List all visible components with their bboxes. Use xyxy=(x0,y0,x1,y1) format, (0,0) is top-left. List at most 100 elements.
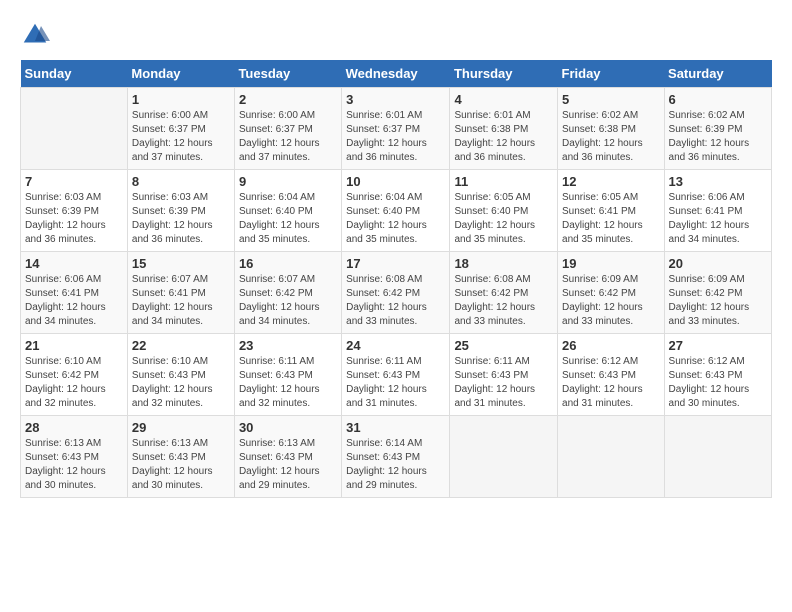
day-info: Sunrise: 6:02 AMSunset: 6:38 PMDaylight:… xyxy=(562,109,660,165)
day-info: Sunrise: 6:08 AMSunset: 6:42 PMDaylight:… xyxy=(346,273,445,329)
calendar-cell: 4 Sunrise: 6:01 AMSunset: 6:38 PMDaylight… xyxy=(450,88,558,170)
calendar-cell: 10Sunrise: 6:04 AMSunset: 6:40 PMDayligh… xyxy=(342,170,450,252)
day-info: Sunrise: 6:12 AMSunset: 6:43 PMDaylight:… xyxy=(669,355,767,411)
day-number: 19 xyxy=(562,256,660,271)
day-number: 15 xyxy=(132,256,230,271)
day-number: 17 xyxy=(346,256,445,271)
day-number: 1 xyxy=(132,92,230,107)
day-info: Sunrise: 6:13 AMSunset: 6:43 PMDaylight:… xyxy=(132,437,230,493)
calendar-cell: 23Sunrise: 6:11 AMSunset: 6:43 PMDayligh… xyxy=(234,334,341,416)
weekday-header-friday: Friday xyxy=(558,60,665,88)
day-info: Sunrise: 6:08 AMSunset: 6:42 PMDaylight:… xyxy=(454,273,553,329)
calendar-cell: 19Sunrise: 6:09 AMSunset: 6:42 PMDayligh… xyxy=(558,252,665,334)
logo-icon xyxy=(20,20,50,50)
day-number: 12 xyxy=(562,174,660,189)
calendar-cell: 28 Sunrise: 6:13 AMSunset: 6:43 PMDayligh… xyxy=(21,416,128,498)
page-header xyxy=(20,20,772,50)
calendar-cell xyxy=(664,416,771,498)
calendar-cell: 22 Sunrise: 6:10 AMSunset: 6:43 PMDayligh… xyxy=(127,334,234,416)
day-info: Sunrise: 6:13 AMSunset: 6:43 PMDaylight:… xyxy=(25,437,123,493)
day-number: 5 xyxy=(562,92,660,107)
day-number: 20 xyxy=(669,256,767,271)
calendar-cell: 26Sunrise: 6:12 AMSunset: 6:43 PMDayligh… xyxy=(558,334,665,416)
day-info: Sunrise: 6:11 AMSunset: 6:43 PMDaylight:… xyxy=(346,355,445,411)
calendar-cell: 18Sunrise: 6:08 AMSunset: 6:42 PMDayligh… xyxy=(450,252,558,334)
day-number: 21 xyxy=(25,338,123,353)
day-info: Sunrise: 6:13 AMSunset: 6:43 PMDaylight:… xyxy=(239,437,337,493)
logo xyxy=(20,20,54,50)
calendar-cell: 15 Sunrise: 6:07 AMSunset: 6:41 PMDayligh… xyxy=(127,252,234,334)
day-info: Sunrise: 6:14 AMSunset: 6:43 PMDaylight:… xyxy=(346,437,445,493)
day-info: Sunrise: 6:06 AMSunset: 6:41 PMDaylight:… xyxy=(25,273,123,329)
weekday-header-wednesday: Wednesday xyxy=(342,60,450,88)
day-info: Sunrise: 6:01 AMSunset: 6:38 PMDaylight:… xyxy=(454,109,553,165)
day-info: Sunrise: 6:01 AMSunset: 6:37 PMDaylight:… xyxy=(346,109,445,165)
day-number: 13 xyxy=(669,174,767,189)
day-number: 30 xyxy=(239,420,337,435)
day-info: Sunrise: 6:06 AMSunset: 6:41 PMDaylight:… xyxy=(669,191,767,247)
day-info: Sunrise: 6:10 AMSunset: 6:43 PMDaylight:… xyxy=(132,355,230,411)
day-number: 25 xyxy=(454,338,553,353)
week-row-1: 1 Sunrise: 6:00 AMSunset: 6:37 PMDaylight… xyxy=(21,88,772,170)
day-number: 29 xyxy=(132,420,230,435)
day-info: Sunrise: 6:11 AMSunset: 6:43 PMDaylight:… xyxy=(239,355,337,411)
day-info: Sunrise: 6:00 AMSunset: 6:37 PMDaylight:… xyxy=(132,109,230,165)
day-info: Sunrise: 6:02 AMSunset: 6:39 PMDaylight:… xyxy=(669,109,767,165)
day-info: Sunrise: 6:07 AMSunset: 6:42 PMDaylight:… xyxy=(239,273,337,329)
weekday-header-row: SundayMondayTuesdayWednesdayThursdayFrid… xyxy=(21,60,772,88)
day-number: 27 xyxy=(669,338,767,353)
calendar-cell: 20 Sunrise: 6:09 AMSunset: 6:42 PMDayligh… xyxy=(664,252,771,334)
day-number: 2 xyxy=(239,92,337,107)
day-number: 28 xyxy=(25,420,123,435)
calendar-cell: 7 Sunrise: 6:03 AMSunset: 6:39 PMDaylight… xyxy=(21,170,128,252)
weekday-header-sunday: Sunday xyxy=(21,60,128,88)
day-number: 11 xyxy=(454,174,553,189)
calendar-cell xyxy=(558,416,665,498)
calendar-cell: 25Sunrise: 6:11 AMSunset: 6:43 PMDayligh… xyxy=(450,334,558,416)
day-info: Sunrise: 6:09 AMSunset: 6:42 PMDaylight:… xyxy=(669,273,767,329)
weekday-header-saturday: Saturday xyxy=(664,60,771,88)
day-info: Sunrise: 6:05 AMSunset: 6:41 PMDaylight:… xyxy=(562,191,660,247)
day-info: Sunrise: 6:12 AMSunset: 6:43 PMDaylight:… xyxy=(562,355,660,411)
calendar-cell: 27 Sunrise: 6:12 AMSunset: 6:43 PMDayligh… xyxy=(664,334,771,416)
day-number: 22 xyxy=(132,338,230,353)
day-number: 7 xyxy=(25,174,123,189)
day-number: 14 xyxy=(25,256,123,271)
calendar-cell: 5 Sunrise: 6:02 AMSunset: 6:38 PMDaylight… xyxy=(558,88,665,170)
calendar-cell: 16Sunrise: 6:07 AMSunset: 6:42 PMDayligh… xyxy=(234,252,341,334)
calendar-cell: 8 Sunrise: 6:03 AMSunset: 6:39 PMDaylight… xyxy=(127,170,234,252)
calendar-cell: 13 Sunrise: 6:06 AMSunset: 6:41 PMDayligh… xyxy=(664,170,771,252)
week-row-4: 21 Sunrise: 6:10 AMSunset: 6:42 PMDayligh… xyxy=(21,334,772,416)
calendar-cell: 21 Sunrise: 6:10 AMSunset: 6:42 PMDayligh… xyxy=(21,334,128,416)
week-row-2: 7 Sunrise: 6:03 AMSunset: 6:39 PMDaylight… xyxy=(21,170,772,252)
weekday-header-tuesday: Tuesday xyxy=(234,60,341,88)
calendar-cell: 1 Sunrise: 6:00 AMSunset: 6:37 PMDaylight… xyxy=(127,88,234,170)
weekday-header-monday: Monday xyxy=(127,60,234,88)
day-number: 6 xyxy=(669,92,767,107)
day-info: Sunrise: 6:00 AMSunset: 6:37 PMDaylight:… xyxy=(239,109,337,165)
calendar-cell: 29 Sunrise: 6:13 AMSunset: 6:43 PMDayligh… xyxy=(127,416,234,498)
calendar-cell: 17 Sunrise: 6:08 AMSunset: 6:42 PMDayligh… xyxy=(342,252,450,334)
calendar-cell xyxy=(450,416,558,498)
day-info: Sunrise: 6:07 AMSunset: 6:41 PMDaylight:… xyxy=(132,273,230,329)
calendar-cell: 11 Sunrise: 6:05 AMSunset: 6:40 PMDayligh… xyxy=(450,170,558,252)
day-number: 24 xyxy=(346,338,445,353)
day-number: 10 xyxy=(346,174,445,189)
day-info: Sunrise: 6:10 AMSunset: 6:42 PMDaylight:… xyxy=(25,355,123,411)
day-number: 4 xyxy=(454,92,553,107)
calendar-cell: 12 Sunrise: 6:05 AMSunset: 6:41 PMDayligh… xyxy=(558,170,665,252)
day-number: 8 xyxy=(132,174,230,189)
calendar-cell xyxy=(21,88,128,170)
week-row-5: 28 Sunrise: 6:13 AMSunset: 6:43 PMDayligh… xyxy=(21,416,772,498)
calendar-cell: 3 Sunrise: 6:01 AMSunset: 6:37 PMDaylight… xyxy=(342,88,450,170)
day-info: Sunrise: 6:03 AMSunset: 6:39 PMDaylight:… xyxy=(25,191,123,247)
weekday-header-thursday: Thursday xyxy=(450,60,558,88)
day-info: Sunrise: 6:05 AMSunset: 6:40 PMDaylight:… xyxy=(454,191,553,247)
day-info: Sunrise: 6:03 AMSunset: 6:39 PMDaylight:… xyxy=(132,191,230,247)
calendar-cell: 31Sunrise: 6:14 AMSunset: 6:43 PMDayligh… xyxy=(342,416,450,498)
day-number: 3 xyxy=(346,92,445,107)
day-number: 9 xyxy=(239,174,337,189)
day-info: Sunrise: 6:04 AMSunset: 6:40 PMDaylight:… xyxy=(239,191,337,247)
calendar-cell: 9 Sunrise: 6:04 AMSunset: 6:40 PMDaylight… xyxy=(234,170,341,252)
calendar-cell: 14 Sunrise: 6:06 AMSunset: 6:41 PMDayligh… xyxy=(21,252,128,334)
